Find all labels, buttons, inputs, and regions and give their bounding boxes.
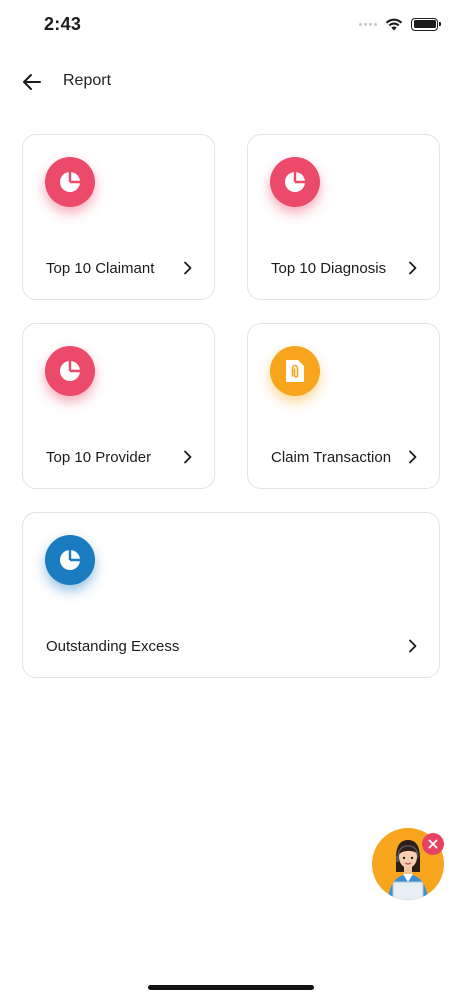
header: Report: [0, 60, 462, 104]
card-label: Top 10 Claimant: [46, 260, 155, 277]
close-chat-button[interactable]: [422, 833, 444, 855]
battery-icon: [411, 17, 441, 31]
pie-chart-icon: [45, 346, 95, 396]
card-label: Top 10 Diagnosis: [271, 260, 387, 277]
pie-chart-icon: [45, 157, 95, 207]
status-bar: 2:43: [0, 0, 462, 50]
card-outstanding-excess[interactable]: Outstanding Excess: [22, 512, 440, 678]
page-title: Report: [63, 72, 112, 89]
cellular-signal-icon: [359, 22, 377, 26]
back-button[interactable]: [18, 68, 46, 96]
pie-chart-icon: [45, 535, 95, 585]
status-icons: [359, 17, 441, 31]
chevron-right-icon: [180, 448, 194, 466]
chevron-right-icon: [405, 259, 419, 277]
status-time: 2:43: [44, 14, 82, 34]
pie-chart-icon: [270, 157, 320, 207]
card-label: Outstanding Excess: [46, 638, 180, 655]
card-top-10-provider[interactable]: Top 10 Provider: [22, 323, 215, 489]
wifi-icon: [385, 18, 403, 31]
card-label: Top 10 Provider: [46, 449, 152, 466]
chevron-right-icon: [405, 637, 419, 655]
card-claim-transaction[interactable]: Claim Transaction: [247, 323, 440, 489]
home-indicator: [148, 985, 314, 990]
document-attachment-icon: [270, 346, 320, 396]
card-top-10-diagnosis[interactable]: Top 10 Diagnosis: [247, 134, 440, 300]
chevron-right-icon: [180, 259, 194, 277]
close-icon: [428, 839, 438, 849]
chevron-right-icon: [405, 448, 419, 466]
card-top-10-claimant[interactable]: Top 10 Claimant: [22, 134, 215, 300]
card-label: Claim Transaction: [271, 449, 392, 466]
arrow-left-icon: [23, 74, 41, 90]
